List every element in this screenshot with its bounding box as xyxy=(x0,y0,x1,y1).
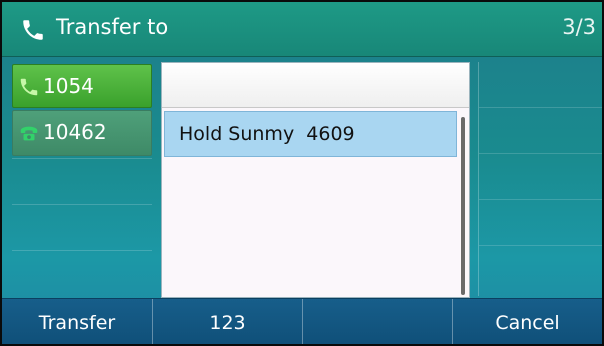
list-item-label: Hold Sunmy 4609 xyxy=(179,123,355,145)
phone-hold-icon xyxy=(20,126,38,141)
line-key-10462[interactable]: 10462 xyxy=(12,110,152,156)
title-bar: Transfer to 3/3 xyxy=(2,2,602,57)
screen-title: Transfer to xyxy=(56,15,169,39)
softkey-bar: Transfer 123 Cancel xyxy=(2,298,602,344)
cancel-button[interactable]: Cancel xyxy=(452,299,602,344)
input-mode-button[interactable]: 123 xyxy=(152,299,302,344)
line-key-1054[interactable]: 1054 xyxy=(12,64,152,108)
empty-right-key xyxy=(479,154,602,200)
phone-screen: Transfer to 3/3 1054 10462 Hold Sunmy 46… xyxy=(0,0,604,346)
line-key-column: 1054 10462 xyxy=(12,64,152,296)
list-header xyxy=(162,63,469,108)
empty-line-key xyxy=(12,158,152,204)
phone-icon xyxy=(23,20,43,40)
phone-active-icon xyxy=(20,78,38,96)
empty-right-key xyxy=(479,246,602,292)
list-item-hold-sunmy[interactable]: Hold Sunmy 4609 xyxy=(164,111,457,157)
transfer-target-list: Hold Sunmy 4609 xyxy=(161,62,470,298)
empty-line-key xyxy=(12,204,152,250)
right-key-column xyxy=(478,62,602,296)
empty-line-key xyxy=(12,250,152,296)
line-key-label: 1054 xyxy=(43,74,94,98)
page-indicator: 3/3 xyxy=(562,15,596,39)
empty-softkey[interactable] xyxy=(302,299,452,344)
transfer-button[interactable]: Transfer xyxy=(2,299,152,344)
empty-right-key xyxy=(479,62,602,108)
line-key-label: 10462 xyxy=(43,120,107,144)
list-scrollbar[interactable] xyxy=(461,117,465,295)
empty-right-key xyxy=(479,108,602,154)
empty-right-key xyxy=(479,200,602,246)
